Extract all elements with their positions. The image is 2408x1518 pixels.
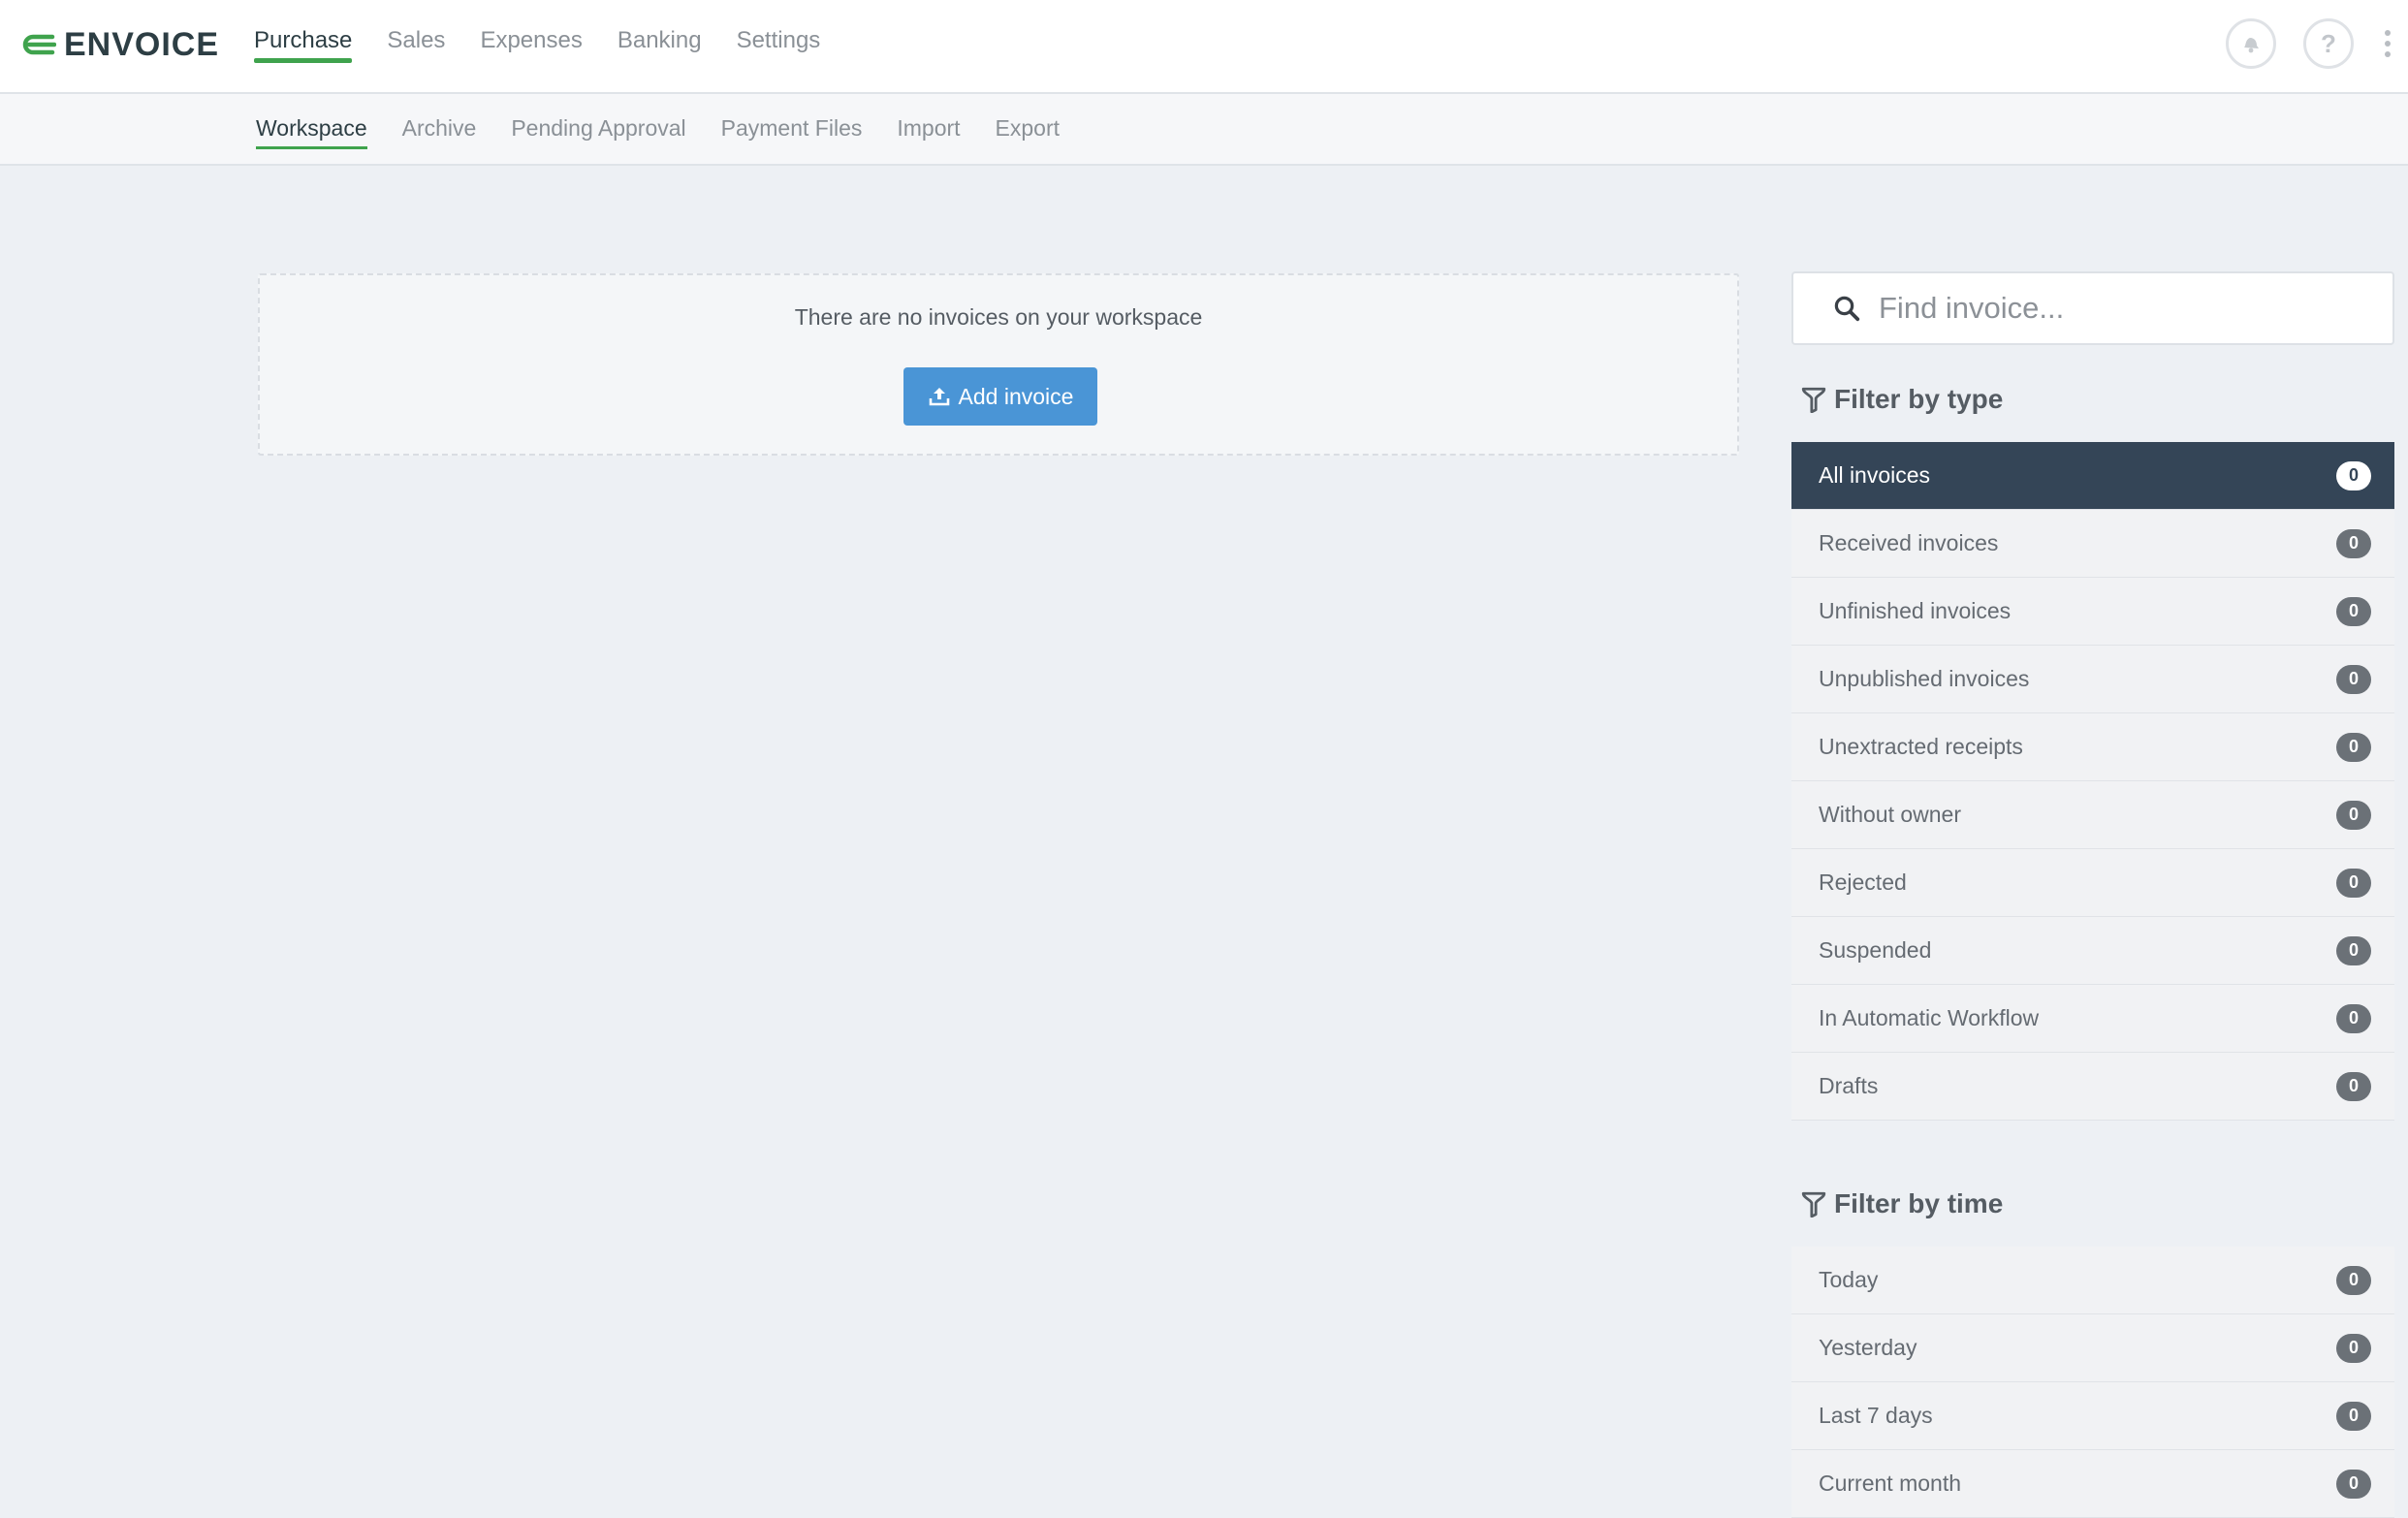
count-badge: 0 [2336,1265,2371,1295]
count-badge: 0 [2336,664,2371,694]
empty-workspace-message: There are no invoices on your workspace [794,304,1203,330]
filter-by-time-heading: Filter by time [1801,1185,2003,1223]
main-nav-item-expenses[interactable]: Expenses [480,0,582,64]
add-invoice-label: Add invoice [958,383,1074,409]
search-icon [1834,296,1860,322]
filter-item-current-month[interactable]: Current month 0 [1791,1450,2394,1518]
count-badge: 0 [2336,1071,2371,1101]
empty-workspace-panel: There are no invoices on your workspace … [258,273,1739,456]
more-vertical-icon-dot [2385,51,2391,57]
count-badge: 0 [2336,732,2371,762]
help-icon: ? [2321,28,2336,58]
filter-item-unfinished-invoices[interactable]: Unfinished invoices 0 [1791,578,2394,646]
filter-item-label: Unpublished invoices [1819,666,2030,691]
count-badge: 0 [2336,1003,2371,1033]
main-nav-item-settings[interactable]: Settings [737,0,821,64]
notifications-button[interactable] [2226,18,2276,69]
filter-item-in-automatic-workflow[interactable]: In Automatic Workflow 0 [1791,985,2394,1053]
app-name: ENVOICE [64,25,220,63]
count-badge: 0 [2336,528,2371,558]
top-header: ENVOICE Purchase Sales Expenses Banking … [0,0,2408,94]
filter-item-label: Without owner [1819,802,1962,827]
filter-icon [1801,387,1826,413]
add-invoice-button[interactable]: Add invoice [903,367,1097,426]
filter-item-label: Drafts [1819,1073,1879,1098]
invoice-search [1791,271,2394,345]
filter-item-unextracted-receipts[interactable]: Unextracted receipts 0 [1791,713,2394,781]
sub-nav: Workspace Archive Pending Approval Payme… [256,94,1094,166]
filter-by-type-title: Filter by type [1834,384,2004,414]
main-nav: Purchase Sales Expenses Banking Settings [254,0,855,94]
count-badge: 0 [2336,460,2371,490]
help-button[interactable]: ? [2303,18,2354,69]
filter-item-label: Today [1819,1267,1879,1292]
filter-by-time-title: Filter by time [1834,1188,2004,1218]
filter-item-drafts[interactable]: Drafts 0 [1791,1053,2394,1121]
main-nav-item-banking[interactable]: Banking [618,0,702,64]
app-logo[interactable]: ENVOICE [19,23,219,66]
filter-item-unpublished-invoices[interactable]: Unpublished invoices 0 [1791,646,2394,713]
sub-header: Workspace Archive Pending Approval Payme… [0,94,2408,166]
bell-icon [2244,38,2259,53]
filter-item-all-invoices[interactable]: All invoices 0 [1791,442,2394,510]
filter-item-suspended[interactable]: Suspended 0 [1791,917,2394,985]
filter-item-label: In Automatic Workflow [1819,1005,2040,1030]
filter-item-today[interactable]: Today 0 [1791,1247,2394,1314]
count-badge: 0 [2336,596,2371,626]
filter-item-label: Unfinished invoices [1819,598,2012,623]
filter-by-type-heading: Filter by type [1801,380,2003,419]
more-vertical-icon-dot [2385,41,2391,47]
count-badge: 0 [2336,1401,2371,1431]
filter-item-last-7-days[interactable]: Last 7 days 0 [1791,1382,2394,1450]
filter-item-rejected[interactable]: Rejected 0 [1791,849,2394,917]
filter-item-yesterday[interactable]: Yesterday 0 [1791,1314,2394,1382]
tab-workspace[interactable]: Workspace [256,94,367,166]
count-badge: 0 [2336,1333,2371,1363]
tab-payment-files[interactable]: Payment Files [721,94,863,166]
filter-item-label: Last 7 days [1819,1403,1933,1428]
upload-icon [929,388,949,406]
count-badge: 0 [2336,868,2371,898]
filter-item-label: Yesterday [1819,1335,1917,1360]
more-vertical-icon-dot [2385,30,2391,36]
filter-item-label: Current month [1819,1471,1962,1496]
more-menu-button[interactable] [2381,24,2394,63]
count-badge: 0 [2336,800,2371,830]
filter-by-time-list: Today 0 Yesterday 0 Last 7 days 0 Curren… [1791,1247,2394,1518]
tab-archive[interactable]: Archive [402,94,477,166]
tab-export[interactable]: Export [996,94,1060,166]
search-input[interactable] [1879,291,2392,326]
filter-item-label: Suspended [1819,937,1932,963]
header-actions: ? [2226,17,2394,70]
main-nav-item-sales[interactable]: Sales [387,0,445,64]
filter-by-type-list: All invoices 0 Received invoices 0 Unfin… [1791,442,2394,1121]
filter-item-label: Rejected [1819,870,1907,895]
filter-item-label: Received invoices [1819,530,1999,555]
filter-item-label: All invoices [1819,462,1931,488]
main-nav-item-purchase[interactable]: Purchase [254,0,353,64]
tab-import[interactable]: Import [897,94,960,166]
filter-item-label: Unextracted receipts [1819,734,2023,759]
envoice-logo-icon [22,34,56,55]
filter-item-received-invoices[interactable]: Received invoices 0 [1791,510,2394,578]
tab-pending-approval[interactable]: Pending Approval [511,94,685,166]
filter-icon [1801,1191,1826,1218]
count-badge: 0 [2336,1469,2371,1499]
filter-item-without-owner[interactable]: Without owner 0 [1791,781,2394,849]
count-badge: 0 [2336,935,2371,965]
